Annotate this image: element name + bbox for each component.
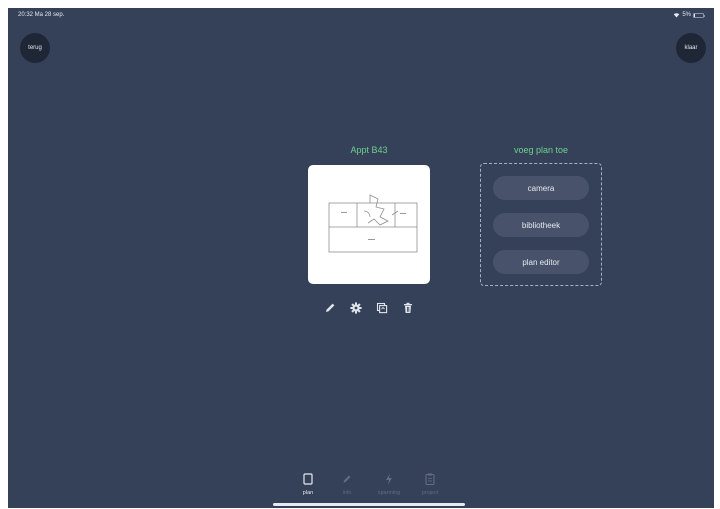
settings-button[interactable] <box>348 300 364 316</box>
tab-info[interactable]: info <box>329 472 365 502</box>
tab-project[interactable]: project <box>412 472 448 502</box>
status-bar: 20:32 Ma 28 sep. 5% <box>8 8 714 22</box>
clipboard-icon <box>423 472 437 486</box>
home-indicator[interactable] <box>273 503 465 506</box>
back-button[interactable]: terug <box>20 33 50 63</box>
done-button[interactable]: klaar <box>676 33 706 63</box>
battery-fill <box>694 13 695 17</box>
lightning-icon <box>382 472 396 486</box>
camera-button[interactable]: camera <box>493 176 589 200</box>
tab-label: info <box>342 490 352 496</box>
tab-bar: plan info spanning project <box>8 468 714 508</box>
app-screen: 20:32 Ma 28 sep. 5% terug klaar Appt B43 <box>8 8 714 508</box>
status-time-date: 20:32 Ma 28 sep. <box>18 12 65 18</box>
edit-button[interactable] <box>322 300 338 316</box>
tab-label: plan <box>302 490 314 496</box>
status-indicators: 5% <box>673 8 705 22</box>
tab-plan[interactable]: plan <box>290 472 326 502</box>
tab-label: project <box>421 490 439 496</box>
plan-title: Appt B43 <box>350 145 388 155</box>
duplicate-button[interactable] <box>374 300 390 316</box>
tab-label: spanning <box>377 490 401 496</box>
add-plan-title: voeg plan toe <box>513 145 569 155</box>
plan-thumbnail[interactable] <box>308 165 430 284</box>
add-plan-box: camera bibliotheek plan editor <box>480 163 602 286</box>
duplicate-icon <box>376 302 388 314</box>
plan-actions <box>317 299 421 317</box>
library-button[interactable]: bibliotheek <box>493 213 589 237</box>
tab-spanning[interactable]: spanning <box>371 472 407 502</box>
delete-button[interactable] <box>400 300 416 316</box>
trash-icon <box>404 302 412 313</box>
wifi-icon <box>674 13 680 18</box>
pencil-icon <box>326 303 335 312</box>
document-icon <box>301 472 315 486</box>
battery-icon <box>693 12 705 18</box>
battery-percentage: 5% <box>682 12 691 18</box>
pencil-icon <box>340 472 354 486</box>
plan-editor-button[interactable]: plan editor <box>493 250 589 274</box>
floor-plan-drawing <box>328 194 418 253</box>
gear-icon <box>350 302 362 314</box>
